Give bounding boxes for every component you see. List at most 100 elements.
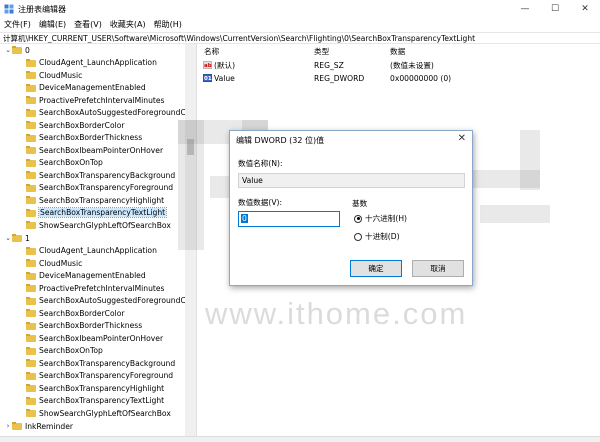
tree-item[interactable]: SearchBoxBorderThickness bbox=[26, 132, 142, 145]
tree-item-selected[interactable]: SearchBoxTransparencyTextLight bbox=[26, 207, 168, 220]
folder-icon bbox=[26, 246, 36, 255]
tree-item[interactable]: SearchBoxBorderThickness bbox=[26, 320, 142, 333]
tree-item[interactable]: SearchBoxTransparencyBackground bbox=[26, 169, 175, 182]
tree-item[interactable]: SearchBoxAutoSuggestedForegroundCo bbox=[26, 107, 190, 120]
ok-button[interactable]: 确定 bbox=[350, 260, 402, 277]
list-header: 名称 类型 数据 bbox=[200, 44, 600, 58]
folder-icon bbox=[26, 133, 36, 142]
tree-item[interactable]: SearchBoxTransparencyForeground bbox=[26, 182, 173, 195]
menu-view[interactable]: 查看(V) bbox=[70, 18, 106, 32]
radio-dec[interactable]: 十进制(D) bbox=[354, 231, 400, 242]
folder-icon bbox=[26, 121, 36, 130]
tree-item[interactable]: CloudMusic bbox=[26, 257, 82, 270]
value-name: (默认) bbox=[214, 60, 236, 70]
dialog-close-icon[interactable]: ✕ bbox=[458, 133, 466, 144]
address-bar[interactable]: 计算机\HKEY_CURRENT_USER\Software\Microsoft… bbox=[0, 32, 600, 44]
dword-value-icon: 01 bbox=[203, 74, 212, 82]
folder-icon bbox=[26, 396, 36, 405]
column-header-type[interactable]: 类型 bbox=[314, 46, 329, 57]
tree-item[interactable]: SearchBoxTransparencyTextLight bbox=[26, 395, 164, 408]
tree-item[interactable]: ShowSearchGlyphLeftOfSearchBox bbox=[26, 407, 171, 420]
tree-item[interactable]: CloudMusic bbox=[26, 69, 82, 82]
folder-icon bbox=[26, 384, 36, 393]
folder-icon bbox=[26, 146, 36, 155]
collapse-chevron-icon[interactable]: ⌄ bbox=[4, 232, 12, 244]
tree-item[interactable]: SearchBoxTransparencyHighlight bbox=[26, 194, 164, 207]
tree-label: ProactivePrefetchIntervalMinutes bbox=[39, 95, 165, 105]
tree-label: SearchBoxOnTop bbox=[39, 346, 103, 356]
base-label: 基数 bbox=[352, 199, 368, 208]
tree-item[interactable]: SearchBoxIbeamPointerOnHover bbox=[26, 332, 163, 345]
folder-icon bbox=[26, 296, 36, 305]
column-header-data[interactable]: 数据 bbox=[390, 46, 405, 57]
tree-item[interactable]: SearchBoxOnTop bbox=[26, 157, 103, 170]
folder-icon bbox=[26, 208, 36, 217]
tree-item[interactable]: DeviceManagementEnabled bbox=[26, 82, 146, 95]
menu-favorites[interactable]: 收藏夹(A) bbox=[106, 18, 150, 32]
value-row-default[interactable]: ab (默认) REG_SZ (数值未设置) bbox=[200, 59, 600, 71]
maximize-button[interactable]: ☐ bbox=[540, 0, 570, 18]
tree-label: ShowSearchGlyphLeftOfSearchBox bbox=[39, 408, 171, 418]
tree-item[interactable]: SearchBoxTransparencyBackground bbox=[26, 357, 175, 370]
key-tree: ⌄ 0 CloudAgent_LaunchApplication CloudMu… bbox=[0, 44, 196, 436]
value-type: REG_DWORD bbox=[314, 73, 365, 83]
tree-label: SearchBoxTransparencyBackground bbox=[39, 170, 176, 180]
tree-item[interactable]: DeviceManagementEnabled bbox=[26, 270, 146, 283]
tree-item[interactable]: CloudAgent_LaunchApplication bbox=[26, 245, 157, 258]
tree-item[interactable]: ProactivePrefetchIntervalMinutes bbox=[26, 94, 165, 107]
value-name-field: Value bbox=[238, 173, 465, 188]
tree-label: CloudAgent_LaunchApplication bbox=[39, 58, 157, 68]
scrollbar-thumb[interactable] bbox=[187, 139, 194, 155]
value-data: 0x00000000 (0) bbox=[390, 73, 452, 83]
folder-icon bbox=[26, 334, 36, 343]
folder-icon bbox=[26, 71, 36, 80]
close-button[interactable]: ✕ bbox=[570, 0, 600, 18]
collapse-chevron-icon[interactable]: ⌄ bbox=[4, 44, 12, 56]
tree-item[interactable]: SearchBoxOnTop bbox=[26, 345, 103, 358]
folder-icon bbox=[26, 284, 36, 293]
radio-hex-label: 十六进制(H) bbox=[365, 214, 408, 223]
tree-node-0[interactable]: ⌄ 0 bbox=[4, 44, 30, 57]
value-data-input[interactable]: 0 bbox=[238, 211, 340, 227]
column-header-name[interactable]: 名称 bbox=[204, 46, 219, 57]
value-row-value[interactable]: 01 Value REG_DWORD 0x00000000 (0) bbox=[200, 72, 600, 84]
tree-node-inkreminder[interactable]: › InkReminder bbox=[4, 420, 73, 433]
value-name-label: 数值名称(N): bbox=[238, 159, 283, 168]
folder-icon bbox=[26, 158, 36, 167]
radio-checked-icon[interactable] bbox=[354, 214, 362, 223]
expand-chevron-icon[interactable]: › bbox=[4, 420, 12, 432]
menu-file[interactable]: 文件(F) bbox=[0, 18, 35, 32]
tree-scrollbar[interactable] bbox=[185, 44, 196, 436]
radio-unchecked-icon[interactable] bbox=[354, 232, 362, 241]
tree-label: InkReminder bbox=[25, 421, 73, 431]
tree-label: CloudMusic bbox=[39, 70, 83, 80]
minimize-button[interactable]: — bbox=[510, 0, 540, 18]
tree-label: CloudMusic bbox=[39, 258, 83, 268]
radio-dec-label: 十进制(D) bbox=[365, 232, 400, 241]
tree-label: SearchBoxTransparencyForeground bbox=[39, 183, 174, 193]
tree-item[interactable]: SearchBoxIbeamPointerOnHover bbox=[26, 144, 163, 157]
tree-item[interactable]: SearchBoxTransparencyHighlight bbox=[26, 382, 164, 395]
tree-label: SearchBoxTransparencyBackground bbox=[39, 358, 176, 368]
cancel-button[interactable]: 取消 bbox=[412, 260, 464, 277]
folder-icon bbox=[26, 321, 36, 330]
folder-icon bbox=[26, 83, 36, 92]
folder-icon bbox=[26, 371, 36, 380]
tree-item[interactable]: SearchBoxBorderColor bbox=[26, 307, 125, 320]
tree-item[interactable]: SearchBoxBorderColor bbox=[26, 119, 125, 132]
value-data: (数值未设置) bbox=[390, 60, 434, 70]
folder-icon bbox=[26, 196, 36, 205]
tree-item[interactable]: SearchBoxAutoSuggestedForegroundCo bbox=[26, 295, 190, 308]
tree-label: ShowSearchGlyphLeftOfSearchBox bbox=[39, 220, 171, 230]
tree-item[interactable]: CloudAgent_LaunchApplication bbox=[26, 57, 157, 70]
folder-icon bbox=[26, 346, 36, 355]
tree-node-1[interactable]: ⌄ 1 bbox=[4, 232, 30, 245]
radio-hex[interactable]: 十六进制(H) bbox=[354, 213, 407, 224]
tree-item[interactable]: ShowSearchGlyphLeftOfSearchBox bbox=[26, 219, 171, 232]
menu-help[interactable]: 帮助(H) bbox=[150, 18, 186, 32]
tree-item[interactable]: SearchBoxTransparencyForeground bbox=[26, 370, 173, 383]
tree-label: SearchBoxTransparencyHighlight bbox=[39, 195, 165, 205]
tree-item[interactable]: ProactivePrefetchIntervalMinutes bbox=[26, 282, 165, 295]
menu-edit[interactable]: 编辑(E) bbox=[35, 18, 70, 32]
value-name: Value bbox=[214, 73, 235, 83]
